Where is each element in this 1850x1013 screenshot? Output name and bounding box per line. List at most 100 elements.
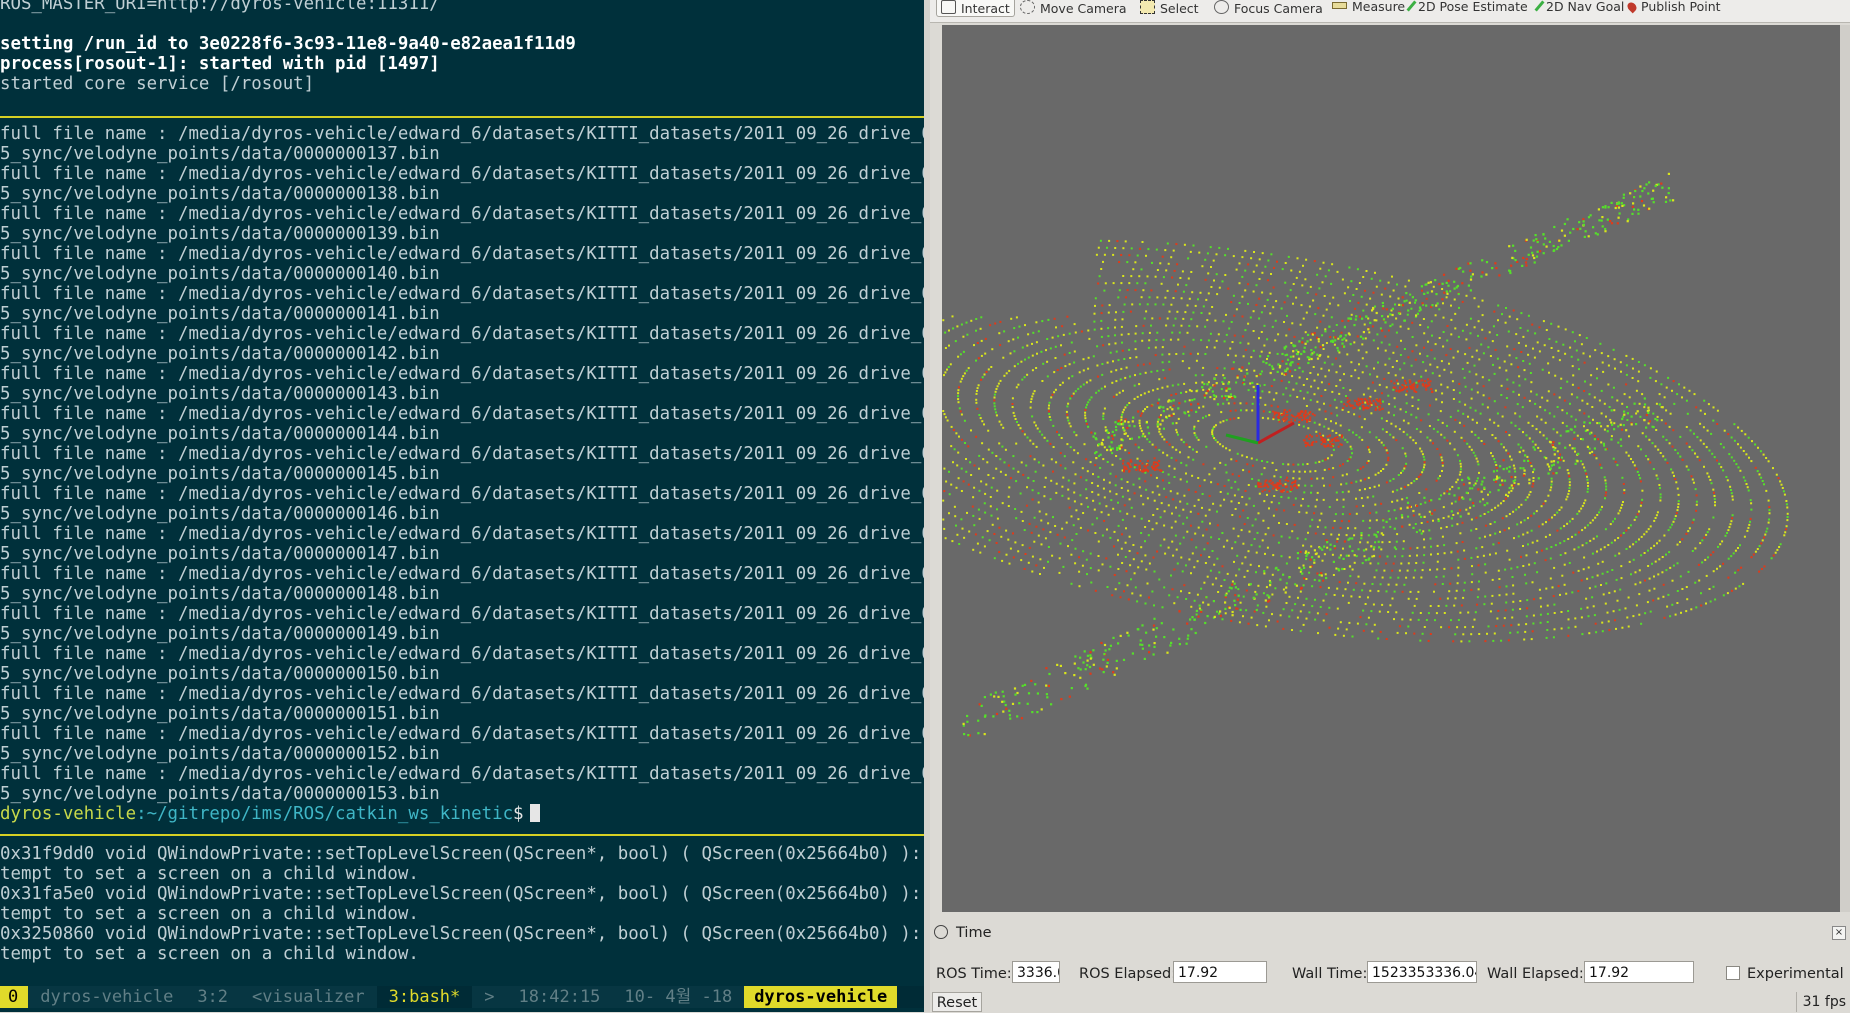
nav-goal-arrow-icon (1534, 0, 1545, 12)
experimental-label: Experimental (1747, 966, 1844, 982)
clock-icon (934, 925, 948, 939)
pin-icon (1625, 0, 1639, 14)
terminal-line: tempt to set a screen on a child window. (0, 904, 419, 924)
time-panel-title: Time (934, 922, 992, 944)
tool-label: Publish Point (1641, 0, 1721, 14)
terminal-line: full file name : /media/dyros-vehicle/ed… (0, 164, 924, 184)
terminal-line: full file name : /media/dyros-vehicle/ed… (0, 124, 924, 144)
tool-label: Interact (961, 1, 1010, 16)
terminal-line: 5_sync/velodyne_points/data/0000000139.b… (0, 224, 440, 244)
rviz-status-bar: Reset 31 fps (930, 992, 1850, 1012)
prompt-symbol: $ (513, 804, 524, 824)
tool-interact[interactable]: Interact (936, 0, 1015, 17)
wall-elapsed-label: Wall Elapsed: (1487, 966, 1584, 982)
terminal-line: 5_sync/velodyne_points/data/0000000140.b… (0, 264, 440, 284)
terminal-line: 5_sync/velodyne_points/data/0000000150.b… (0, 664, 440, 684)
terminal-line: 5_sync/velodyne_points/data/0000000145.b… (0, 464, 440, 484)
terminal-line: full file name : /media/dyros-vehicle/ed… (0, 564, 924, 584)
reset-button[interactable]: Reset (932, 992, 982, 1012)
tmux-status-bar: 0 dyros-vehicle 3:2 <visualizer 3:bash* >18:4… (0, 986, 924, 1008)
terminal-line: process[rosout-1]: started with pid [149… (0, 54, 440, 74)
tool-focus-camera[interactable]: Focus Camera (1210, 0, 1327, 16)
time-title-text: Time (956, 925, 992, 941)
rviz-window: Interact Move Camera Select Focus Camera Mea… (930, 0, 1850, 1012)
terminal-line: full file name : /media/dyros-vehicle/ed… (0, 244, 924, 264)
terminal-line: 5_sync/velodyne_points/data/0000000152.b… (0, 744, 440, 764)
terminal-line: 5_sync/velodyne_points/data/0000000142.b… (0, 344, 440, 364)
terminal-line: 5_sync/velodyne_points/data/0000000141.b… (0, 304, 440, 324)
terminal-line: 5_sync/velodyne_points/data/0000000144.b… (0, 424, 440, 444)
pose-arrow-icon (1406, 0, 1417, 12)
terminal-line: 5_sync/velodyne_points/data/0000000147.b… (0, 544, 440, 564)
ros-time-field[interactable]: 3336.01 (1012, 961, 1060, 983)
terminal-line: 5_sync/velodyne_points/data/0000000146.b… (0, 504, 440, 524)
ros-elapsed-field[interactable]: 17.92 (1173, 961, 1267, 983)
experimental-checkbox[interactable] (1726, 966, 1740, 980)
tool-move-camera[interactable]: Move Camera (1016, 0, 1131, 16)
tool-2d-pose-estimate[interactable]: 2D Pose Estimate (1406, 0, 1532, 16)
fps-counter: 31 fps (1795, 992, 1846, 1012)
terminal-line: full file name : /media/dyros-vehicle/ed… (0, 444, 924, 464)
tool-measure[interactable]: Measure (1328, 0, 1409, 16)
tool-label: Measure (1352, 0, 1406, 14)
terminal-line: 5_sync/velodyne_points/data/0000000138.b… (0, 184, 440, 204)
session-name: dyros-vehicle (28, 986, 186, 1008)
terminal-line: 0x31fa5e0 void QWindowPrivate::setTopLev… (0, 884, 924, 904)
tool-select[interactable]: Select (1136, 0, 1203, 16)
pane-divider[interactable] (0, 116, 924, 118)
status-arrow: > (472, 986, 507, 1008)
window-visualizer[interactable]: <visualizer (240, 986, 377, 1008)
tool-label: Move Camera (1040, 1, 1127, 16)
focus-camera-icon (1214, 0, 1229, 14)
terminal-window[interactable]: ROS_MASTER_URI=http://dyros-vehicle:1131… (0, 0, 924, 1012)
terminal-line: setting /run_id to 3e0228f6-3c93-11e8-9a… (0, 34, 576, 54)
tool-label: Select (1160, 1, 1199, 16)
select-icon (1140, 0, 1155, 14)
terminal-line: 0x3250860 void QWindowPrivate::setTopLev… (0, 924, 924, 944)
shell-prompt[interactable]: dyros-vehicle:~/gitrepo/ims/ROS/catkin_w… (0, 804, 924, 824)
move-camera-icon (1020, 0, 1035, 14)
ruler-icon (1332, 2, 1347, 9)
wall-elapsed-field[interactable]: 17.92 (1584, 961, 1694, 983)
pane-position: 3:2 (185, 986, 241, 1008)
tool-label: 2D Nav Goal (1546, 0, 1625, 14)
window-bash-active[interactable]: 3:bash* (377, 986, 473, 1008)
close-icon[interactable]: × (1832, 926, 1846, 940)
terminal-line: full file name : /media/dyros-vehicle/ed… (0, 604, 924, 624)
tool-label: Focus Camera (1234, 1, 1323, 16)
terminal-line: 5_sync/velodyne_points/data/0000000149.b… (0, 624, 440, 644)
wall-time-field[interactable]: 1523353336.04 (1367, 961, 1477, 983)
hand-icon (941, 0, 956, 14)
status-time: 18:42:15 (506, 986, 613, 1008)
terminal-line: full file name : /media/dyros-vehicle/ed… (0, 404, 924, 424)
terminal-line: 5_sync/velodyne_points/data/0000000151.b… (0, 704, 440, 724)
prompt-path: :~/gitrepo/ims/ROS/catkin_ws_kinetic (136, 804, 514, 824)
rviz-toolbar: Interact Move Camera Select Focus Camera Mea… (930, 0, 1850, 23)
pane-divider[interactable] (0, 834, 924, 836)
terminal-line: full file name : /media/dyros-vehicle/ed… (0, 764, 924, 784)
terminal-pane-visualizer[interactable]: 0x31f9dd0 void QWindowPrivate::setTopLev… (0, 844, 924, 964)
status-host: dyros-vehicle (744, 986, 898, 1008)
text-cursor (529, 804, 540, 822)
terminal-line: tempt to set a screen on a child window. (0, 944, 419, 964)
terminal-line: 5_sync/velodyne_points/data/0000000137.b… (0, 144, 440, 164)
status-date: 10- 4월 -18 (612, 986, 745, 1008)
terminal-line: 5_sync/velodyne_points/data/0000000148.b… (0, 584, 440, 604)
point-cloud-rings (942, 172, 1789, 737)
terminal-line: started core service [/rosout] (0, 74, 315, 94)
tool-label: 2D Pose Estimate (1418, 0, 1528, 14)
3d-viewport[interactable] (942, 25, 1840, 912)
terminal-line: full file name : /media/dyros-vehicle/ed… (0, 204, 924, 224)
terminal-pane-roscore[interactable]: ROS_MASTER_URI=http://dyros-vehicle:1131… (0, 0, 924, 94)
terminal-line: full file name : /media/dyros-vehicle/ed… (0, 524, 924, 544)
tool-publish-point[interactable]: Publish Point (1624, 0, 1725, 16)
terminal-line: full file name : /media/dyros-vehicle/ed… (0, 484, 924, 504)
right-dock-collapse[interactable] (1840, 25, 1850, 912)
tool-2d-nav-goal[interactable]: 2D Nav Goal (1534, 0, 1628, 16)
terminal-line: full file name : /media/dyros-vehicle/ed… (0, 644, 924, 664)
session-index[interactable]: 0 (0, 986, 29, 1008)
terminal-line: full file name : /media/dyros-vehicle/ed… (0, 324, 924, 344)
terminal-pane-bash[interactable]: full file name : /media/dyros-vehicle/ed… (0, 124, 924, 824)
wall-time-label: Wall Time: (1292, 966, 1368, 982)
